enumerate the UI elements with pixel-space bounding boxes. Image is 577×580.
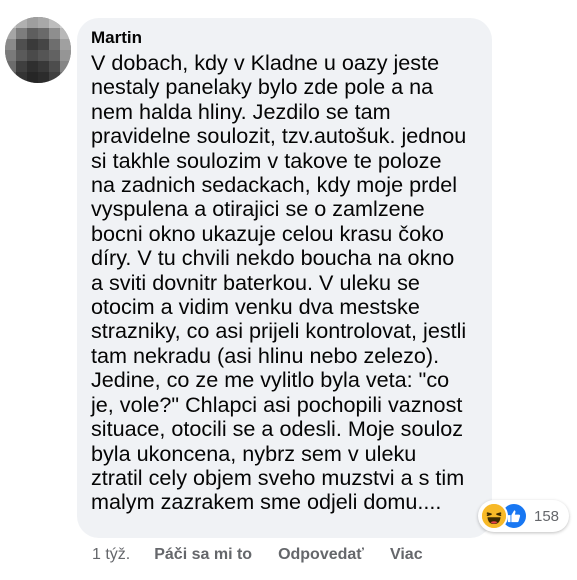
like-button[interactable]: Páči sa mi to <box>154 546 252 564</box>
comment-timestamp[interactable]: 1 týž. <box>92 546 130 564</box>
comment-actions: 1 týž. Páči sa mi to Odpovedať Viac <box>92 546 449 564</box>
pixelated-avatar-image <box>5 17 71 83</box>
more-button[interactable]: Viac <box>390 546 423 564</box>
comment-bubble: Martin V dobach, kdy v Kladne u oazy jes… <box>77 18 492 538</box>
reaction-count: 158 <box>534 507 560 525</box>
reactions-summary[interactable]: 158 <box>478 500 570 532</box>
comment-author[interactable]: Martin <box>91 26 478 50</box>
haha-emoji-icon <box>480 502 508 530</box>
comment-text: V dobach, kdy v Kladne u oazy jeste nest… <box>91 50 467 515</box>
avatar[interactable] <box>5 17 71 83</box>
reply-button[interactable]: Odpovedať <box>278 546 364 564</box>
